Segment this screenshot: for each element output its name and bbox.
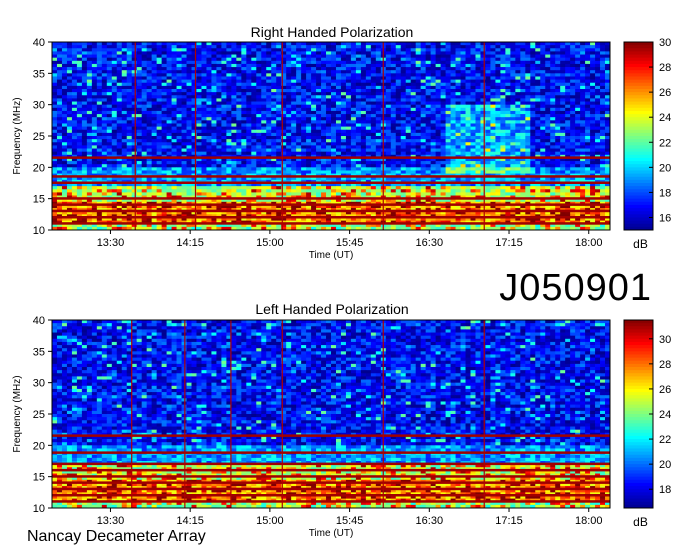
x-tick-label: 15:00 [256, 237, 284, 249]
y-tick-label: 30 [33, 378, 45, 390]
colorbar-tick-label: 20 [659, 162, 671, 174]
y-tick-label: 35 [33, 68, 45, 80]
interference-band [52, 487, 610, 491]
y-tick-label: 30 [33, 100, 45, 112]
interference-band [52, 481, 610, 484]
interference-band [52, 475, 610, 478]
heatmap-cells [52, 320, 611, 509]
y-tick-label: 10 [33, 225, 45, 237]
colorbar-tick-label: 30 [659, 37, 671, 49]
y-axis-label: Frequency (MHz) [12, 97, 23, 174]
x-tick-label: 13:30 [97, 515, 125, 527]
x-tick-label: 16:30 [416, 515, 444, 527]
colorbar: 16 18 20 22 24 26 28 30 dB [623, 37, 671, 251]
colorbar-tick-label: 28 [659, 62, 671, 74]
x-axis-label: Time (UT) [309, 528, 354, 539]
y-tick-label: 35 [33, 346, 45, 358]
x-tick-label: 15:45 [336, 237, 364, 249]
interference-band [52, 494, 610, 497]
colorbar-tick-label: 18 [659, 187, 671, 199]
x-tick-label: 18:00 [575, 237, 603, 249]
interference-band [52, 434, 610, 437]
colorbar-tick-label: 24 [659, 409, 671, 421]
colorbar-tick-label: 22 [659, 137, 671, 149]
colorbar-tick-label: 22 [659, 434, 671, 446]
colorbar-tick-label: 20 [659, 459, 671, 471]
x-axis-label: Time (UT) [309, 250, 354, 261]
x-tick-label: 15:00 [256, 515, 284, 527]
y-tick-label: 40 [33, 37, 45, 49]
colorbar-tick-label: 26 [659, 384, 671, 396]
y-tick-label: 15 [33, 194, 45, 206]
x-tick-label: 15:45 [336, 515, 364, 527]
y-tick-label: 20 [33, 162, 45, 174]
colorbar-tick-label: 28 [659, 359, 671, 371]
y-tick-label: 25 [33, 409, 45, 421]
interference-band [52, 500, 610, 503]
x-tick-label: 16:30 [416, 237, 444, 249]
y-tick-label: 15 [33, 472, 45, 484]
spectrogram-figure: 10 15 20 25 30 35 40 13:30 14:15 15:00 15:45 16:30 1… [12, 37, 671, 539]
x-tick-label: 14:15 [176, 515, 204, 527]
colorbar-tick-label: 26 [659, 87, 671, 99]
x-tick-label: 17:15 [495, 237, 523, 249]
colorbar-tick-label: 18 [659, 484, 671, 496]
colorbar-tick-label: 24 [659, 112, 671, 124]
x-tick-label: 13:30 [97, 237, 125, 249]
right-polarization-panel: 10 15 20 25 30 35 40 13:30 14:15 15:00 15:45 16:30 1… [12, 37, 671, 261]
interference-band [52, 451, 610, 454]
colorbar-unit-label: dB [633, 237, 648, 251]
colorbar-unit-label: dB [633, 515, 648, 529]
colorbar: 18 20 22 24 26 28 30 dB [623, 319, 671, 529]
x-tick-label: 14:15 [176, 237, 204, 249]
left-polarization-panel: 10 15 20 25 30 35 40 13:30 14:15 15:00 15:45 16:30 1… [12, 315, 671, 539]
y-tick-label: 25 [33, 131, 45, 143]
interference-band [52, 468, 610, 472]
y-tick-label: 10 [33, 503, 45, 515]
colorbar-tick-label: 16 [659, 212, 671, 224]
y-tick-label: 20 [33, 440, 45, 452]
colorbar-tick-label: 30 [659, 334, 671, 346]
x-tick-label: 18:00 [575, 515, 603, 527]
x-tick-label: 17:15 [495, 515, 523, 527]
y-tick-label: 40 [33, 315, 45, 327]
interference-band [52, 462, 610, 466]
y-axis-label: Frequency (MHz) [12, 375, 23, 452]
